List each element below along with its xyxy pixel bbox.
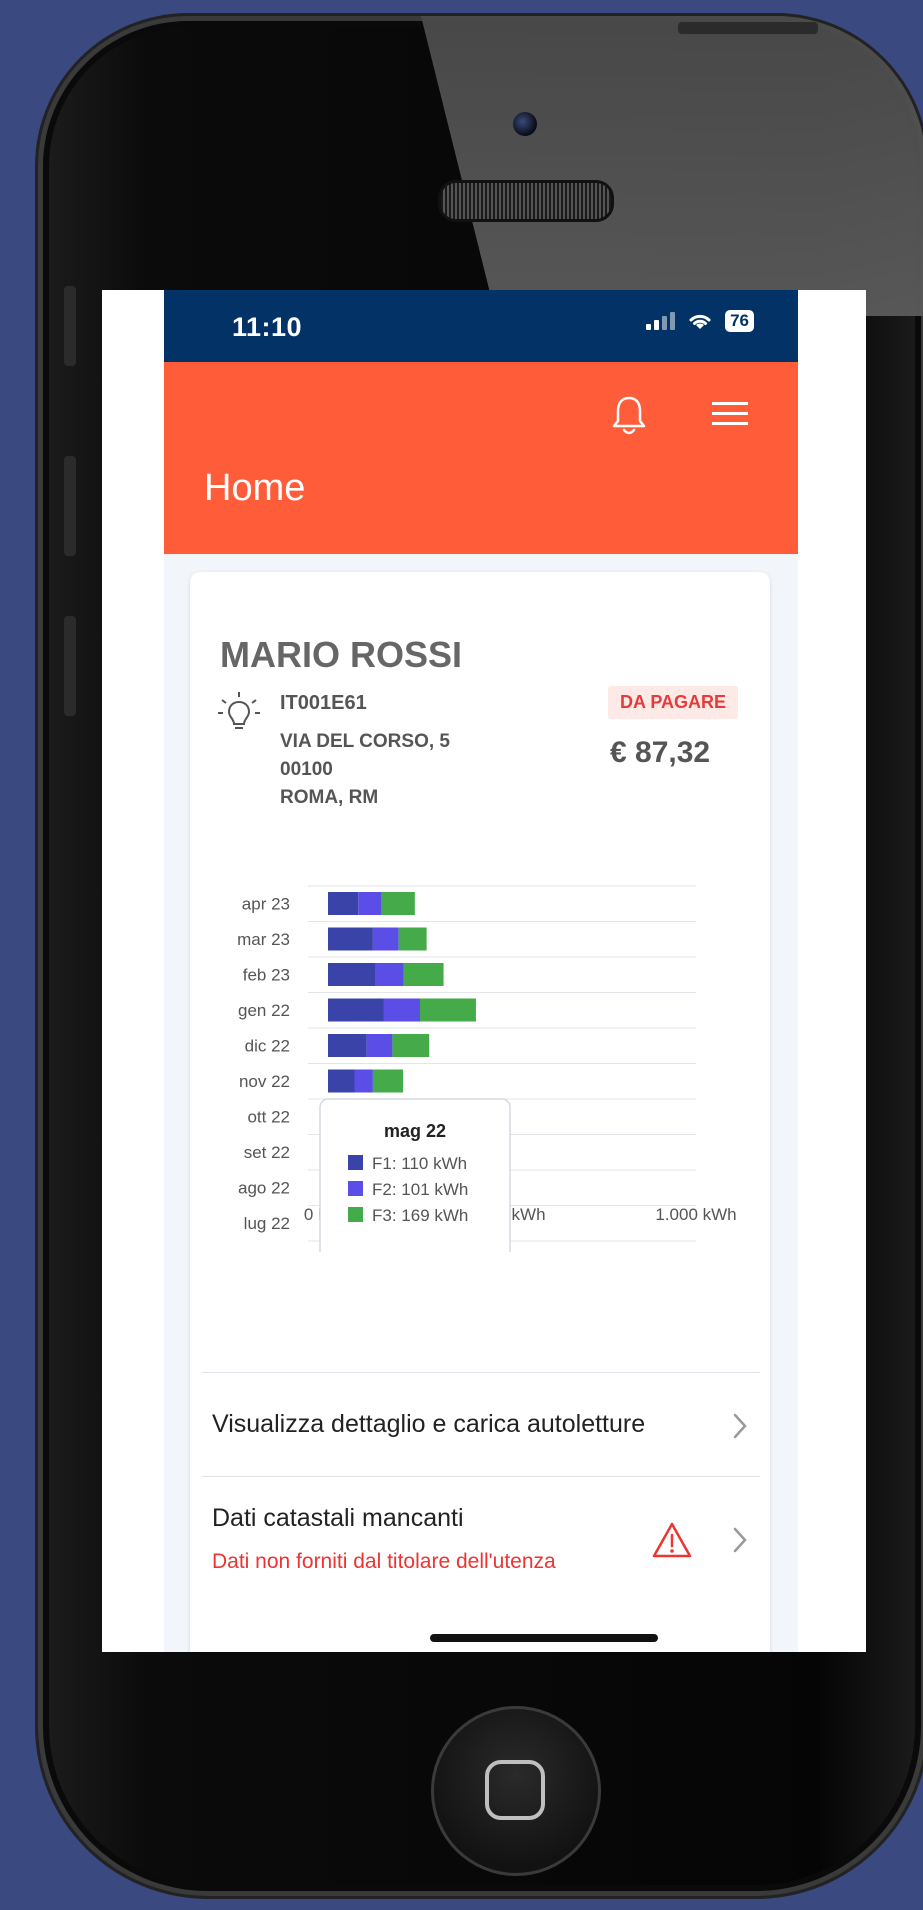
pod-code: IT001E61 xyxy=(280,692,367,714)
consumption-chart: apr 23 mar 23 feb 23 gen 22 dic 22 nov 22 ott … xyxy=(237,885,737,1253)
home-button-square xyxy=(485,1760,545,1820)
bell-icon[interactable] xyxy=(610,394,648,438)
home-button[interactable] xyxy=(431,1706,601,1876)
customer-name: MARIO ROSSI xyxy=(220,634,463,675)
y-tick-label: mar 23 xyxy=(237,930,290,949)
app-view: 11:10 76 Home MARIO ROSSI IT001E61 VIA D… xyxy=(164,290,798,1652)
status-icons: 76 xyxy=(646,310,754,332)
tooltip-swatch xyxy=(348,1155,363,1170)
bar-segment xyxy=(358,892,382,915)
y-tick-label: ott 22 xyxy=(247,1108,290,1127)
address-line-3: ROMA, RM xyxy=(280,787,379,808)
tooltip-line: F1: 110 kWh xyxy=(372,1154,467,1173)
bar-segment xyxy=(328,963,376,986)
bar-segment xyxy=(420,998,476,1022)
power-button xyxy=(678,22,818,34)
mute-switch xyxy=(64,286,76,366)
battery-icon: 76 xyxy=(725,310,754,332)
front-camera xyxy=(513,112,537,136)
home-indicator xyxy=(430,1634,658,1642)
warning-icon xyxy=(652,1522,692,1558)
supply-card: MARIO ROSSI IT001E61 VIA DEL CORSO, 5 00… xyxy=(190,572,770,1652)
y-tick-label: dic 22 xyxy=(245,1037,290,1056)
cadastral-link-row[interactable]: Dati catastali mancanti Dati non forniti… xyxy=(202,1476,760,1596)
tooltip-line: F3: 169 kWh xyxy=(372,1206,468,1225)
bar-segment xyxy=(328,998,384,1022)
tooltip-swatch xyxy=(348,1207,363,1222)
y-tick-label: set 22 xyxy=(244,1143,290,1162)
bar-segment xyxy=(372,1069,404,1093)
bar-segment xyxy=(328,892,359,915)
status-time: 11:10 xyxy=(232,312,303,342)
y-tick-label: feb 23 xyxy=(243,966,290,985)
detail-link-label: Visualizza dettaglio e carica autolettur… xyxy=(212,1410,646,1438)
bar-segment xyxy=(398,927,427,951)
glass-reflection xyxy=(38,16,923,316)
bar-segment xyxy=(328,1034,367,1057)
y-tick-label: nov 22 xyxy=(239,1072,290,1091)
tooltip-line: F2: 101 kWh xyxy=(372,1180,468,1199)
address-line-2: 00100 xyxy=(280,759,333,780)
bar-segment xyxy=(381,892,415,915)
wifi-icon xyxy=(689,314,711,329)
supply-address: VIA DEL CORSO, 5 00100 ROMA, RM xyxy=(280,728,450,812)
bar-segment xyxy=(375,963,404,986)
address-line-1: VIA DEL CORSO, 5 xyxy=(280,731,450,752)
bar-segment xyxy=(392,1034,430,1057)
y-tick-label: apr 23 xyxy=(242,895,290,914)
earpiece-speaker xyxy=(438,180,614,222)
chevron-right-icon xyxy=(733,1527,747,1553)
status-bar: 11:10 76 xyxy=(164,290,798,362)
bar-segment xyxy=(328,927,373,951)
cadastral-warning-text: Dati non forniti dal titolare dell'utenz… xyxy=(212,1550,556,1573)
status-badge: DA PAGARE xyxy=(608,686,739,719)
page-title: Home xyxy=(204,467,306,509)
signal-icon xyxy=(646,312,676,330)
bill-amount: € 87,32 xyxy=(610,736,711,769)
chevron-right-icon xyxy=(733,1413,747,1439)
bar-segment xyxy=(328,1069,355,1093)
tooltip-swatch xyxy=(348,1181,363,1196)
cadastral-link-label: Dati catastali mancanti xyxy=(212,1504,464,1532)
hamburger-menu-icon[interactable] xyxy=(712,400,748,428)
y-tick-label: ago 22 xyxy=(238,1179,290,1198)
y-tick-label: lug 22 xyxy=(244,1214,290,1233)
y-tick-label: giu 22 xyxy=(244,1250,290,1253)
lightbulb-icon xyxy=(218,692,260,729)
bar-segment xyxy=(372,927,399,951)
bar-segment xyxy=(383,998,420,1022)
bar-segment xyxy=(403,963,444,986)
bar-segment xyxy=(354,1069,373,1093)
x-tick-label: 1.000 kWh xyxy=(655,1205,736,1224)
app-header: Home xyxy=(164,362,798,554)
volume-up-button xyxy=(64,456,76,556)
bar-segment xyxy=(366,1034,393,1057)
tooltip-title: mag 22 xyxy=(384,1121,446,1141)
detail-link-row[interactable]: Visualizza dettaglio e carica autolettur… xyxy=(202,1372,760,1476)
volume-down-button xyxy=(64,616,76,716)
y-tick-label: gen 22 xyxy=(238,1001,290,1020)
phone-screen: 11:10 76 Home MARIO ROSSI IT001E61 VIA D… xyxy=(102,290,866,1652)
